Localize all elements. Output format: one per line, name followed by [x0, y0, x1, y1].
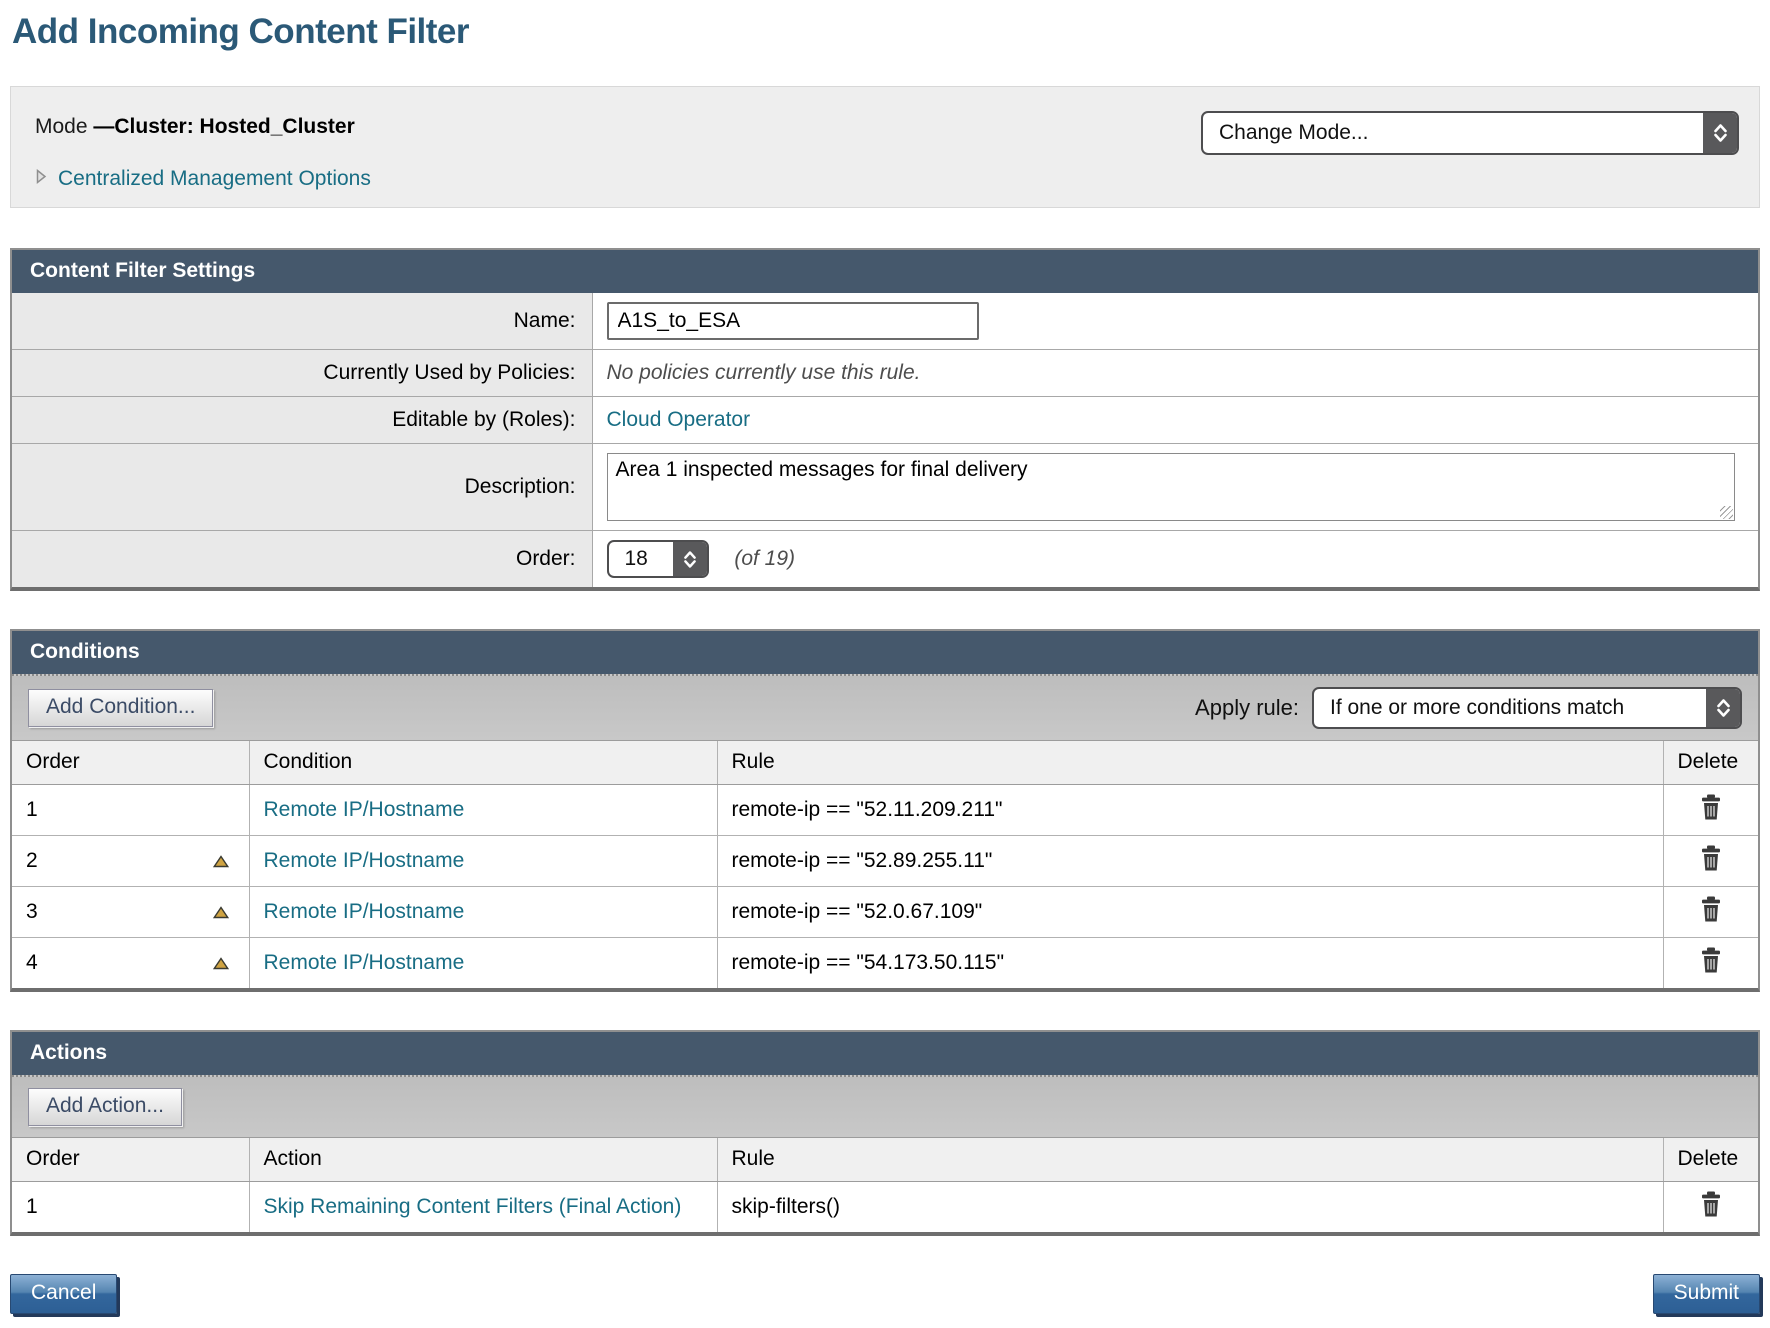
change-mode-select-value: Change Mode...	[1203, 113, 1703, 153]
apply-rule-label: Apply rule:	[1195, 695, 1299, 721]
condition-rule: remote-ip == "52.89.255.11"	[732, 849, 993, 872]
actions-table: Order Action Rule Delete 1 Skip Remainin…	[12, 1137, 1758, 1232]
condition-row: 3 Remote IP/Hostname remote-ip == "52.0.…	[12, 887, 1758, 938]
delete-condition-button[interactable]	[1699, 896, 1723, 922]
delete-action-button[interactable]	[1699, 1191, 1723, 1217]
condition-link[interactable]: Remote IP/Hostname	[264, 849, 465, 872]
description-textarea[interactable]: Area 1 inspected messages for final deli…	[607, 453, 1735, 521]
policies-value: No policies currently use this rule.	[607, 361, 921, 384]
content-filter-settings-section: Content Filter Settings Name: Currently …	[10, 248, 1760, 591]
settings-row-name: Name:	[12, 293, 1758, 350]
condition-order: 4	[26, 951, 38, 975]
cancel-button[interactable]: Cancel	[10, 1274, 117, 1314]
actions-col-rule: Rule	[717, 1138, 1663, 1182]
condition-row: 2 Remote IP/Hostname remote-ip == "52.89…	[12, 836, 1758, 887]
condition-row: 1 Remote IP/Hostname remote-ip == "52.11…	[12, 785, 1758, 836]
description-label: Description:	[12, 444, 592, 531]
actions-section: Actions Add Action... Order Action Rule …	[10, 1030, 1760, 1236]
select-stepper-icon	[673, 542, 707, 576]
condition-rule: remote-ip == "54.173.50.115"	[732, 951, 1005, 974]
apply-rule-select[interactable]: If one or more conditions match	[1312, 687, 1742, 729]
condition-row: 4 Remote IP/Hostname remote-ip == "54.17…	[12, 938, 1758, 989]
centralized-management-options-label: Centralized Management Options	[58, 167, 371, 191]
conditions-section: Conditions Add Condition... Apply rule: …	[10, 629, 1760, 992]
settings-section-header: Content Filter Settings	[12, 250, 1758, 293]
conditions-section-header: Conditions	[12, 631, 1758, 674]
conditions-table: Order Condition Rule Delete 1 Remote IP/…	[12, 740, 1758, 988]
actions-col-action: Action	[249, 1138, 717, 1182]
delete-condition-button[interactable]	[1699, 794, 1723, 820]
actions-toolbar: Add Action...	[12, 1075, 1758, 1137]
mode-panel: Mode —Cluster: Hosted_Cluster Change Mod…	[10, 86, 1760, 208]
action-order: 1	[26, 1195, 38, 1218]
editable-label: Editable by (Roles):	[12, 397, 592, 444]
change-mode-select[interactable]: Change Mode...	[1201, 111, 1739, 155]
centralized-management-options-link[interactable]: Centralized Management Options	[35, 167, 371, 191]
mode-label: Mode	[35, 115, 88, 138]
move-up-icon[interactable]	[213, 957, 229, 970]
condition-order: 2	[26, 849, 38, 873]
condition-link[interactable]: Remote IP/Hostname	[264, 951, 465, 974]
page-title: Add Incoming Content Filter	[12, 12, 1760, 52]
apply-rule-select-value: If one or more conditions match	[1314, 689, 1706, 727]
delete-condition-button[interactable]	[1699, 947, 1723, 973]
delete-condition-button[interactable]	[1699, 845, 1723, 871]
settings-row-editable: Editable by (Roles): Cloud Operator	[12, 397, 1758, 444]
name-input[interactable]	[607, 302, 979, 340]
actions-col-delete: Delete	[1663, 1138, 1758, 1182]
actions-section-header: Actions	[12, 1032, 1758, 1075]
conditions-col-delete: Delete	[1663, 741, 1758, 785]
mode-value: —Cluster: Hosted_Cluster	[93, 115, 354, 138]
policies-label: Currently Used by Policies:	[12, 350, 592, 397]
select-stepper-icon	[1706, 689, 1740, 727]
expand-triangle-icon	[35, 167, 47, 191]
apply-rule-group: Apply rule: If one or more conditions ma…	[1195, 687, 1742, 729]
order-select[interactable]: 18	[607, 540, 709, 578]
order-select-value: 18	[609, 542, 673, 576]
condition-rule: remote-ip == "52.11.209.211"	[732, 798, 1003, 821]
condition-link[interactable]: Remote IP/Hostname	[264, 900, 465, 923]
order-total: (of 19)	[734, 547, 795, 570]
settings-row-description: Description: Area 1 inspected messages f…	[12, 444, 1758, 531]
order-label: Order:	[12, 531, 592, 588]
condition-order: 1	[26, 798, 38, 822]
action-row: 1 Skip Remaining Content Filters (Final …	[12, 1182, 1758, 1233]
condition-link[interactable]: Remote IP/Hostname	[264, 798, 465, 821]
action-rule: skip-filters()	[732, 1195, 841, 1218]
conditions-col-condition: Condition	[249, 741, 717, 785]
settings-row-policies: Currently Used by Policies: No policies …	[12, 350, 1758, 397]
name-label: Name:	[12, 293, 592, 350]
cloud-operator-link[interactable]: Cloud Operator	[607, 408, 751, 431]
add-condition-button[interactable]: Add Condition...	[28, 689, 213, 727]
action-link[interactable]: Skip Remaining Content Filters (Final Ac…	[264, 1195, 682, 1218]
condition-order: 3	[26, 900, 38, 924]
select-stepper-icon	[1703, 113, 1737, 153]
submit-button[interactable]: Submit	[1653, 1274, 1760, 1314]
conditions-toolbar: Add Condition... Apply rule: If one or m…	[12, 674, 1758, 740]
move-up-icon[interactable]	[213, 855, 229, 868]
settings-table: Name: Currently Used by Policies: No pol…	[12, 293, 1758, 587]
actions-col-order: Order	[12, 1138, 249, 1182]
conditions-col-rule: Rule	[717, 741, 1663, 785]
move-up-icon[interactable]	[213, 906, 229, 919]
footer-bar: Cancel Submit	[10, 1274, 1760, 1314]
conditions-col-order: Order	[12, 741, 249, 785]
settings-row-order: Order: 18 (of 19)	[12, 531, 1758, 588]
add-action-button[interactable]: Add Action...	[28, 1088, 182, 1126]
condition-rule: remote-ip == "52.0.67.109"	[732, 900, 983, 923]
